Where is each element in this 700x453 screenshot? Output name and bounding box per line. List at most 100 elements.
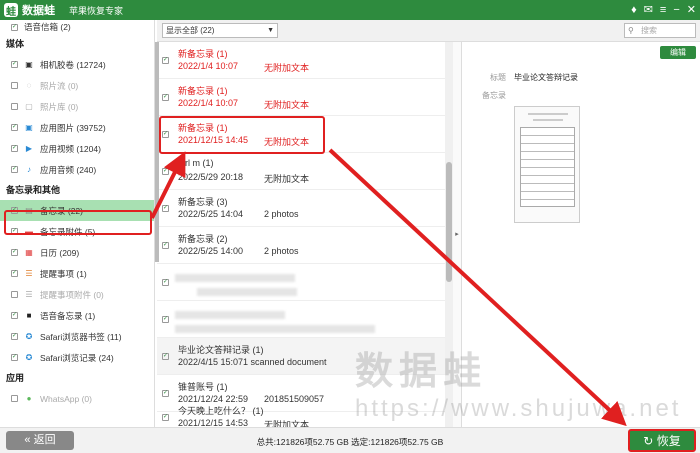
checkbox[interactable]: ✓ <box>11 166 18 173</box>
sidebar-item-photo-stream[interactable]: ◌ 照片流 (0) <box>0 75 154 96</box>
title-value: 毕业论文答辩记录 <box>514 73 578 82</box>
checkbox[interactable]: ✓ <box>162 390 169 397</box>
highlight-note-row <box>159 116 325 154</box>
note-title: ctrl m (1) <box>178 158 214 168</box>
sidebar-item-voicemail[interactable]: ✓ 语音信箱 (2) <box>0 20 154 34</box>
note-title: 毕业论文答辩记录 (1) <box>178 345 264 355</box>
note-date: 2022/1/4 10:07 <box>178 61 239 71</box>
list-item[interactable]: ✓ 新备忘录 (3) 2022/5/25 14:04 2 photos <box>157 190 445 227</box>
safari-icon: ✪ <box>25 332 33 341</box>
checkbox[interactable]: ✓ <box>162 94 169 101</box>
recover-label: 恢复 <box>656 434 681 448</box>
sidebar-item-voice-memos[interactable]: ✓ ■ 语音备忘录 (1) <box>0 305 154 326</box>
close-icon[interactable]: ✕ <box>687 2 696 18</box>
section-title-notes-other: 备忘录和其他 <box>6 185 61 195</box>
sidebar-item-photo-library[interactable]: ▢ 照片库 (0) <box>0 96 154 117</box>
note-date: 2022/5/25 14:00 <box>178 246 244 256</box>
sidebar-item-label: 应用视频 (1204) <box>40 143 101 154</box>
list-item[interactable]: ✓ 新备忘录 (2) 2022/5/25 14:00 2 photos <box>157 227 445 264</box>
checkbox[interactable]: ✓ <box>162 414 169 421</box>
bottom-bar: « 返回 总共:121826项52.75 GB 选定:121826项52.75 … <box>0 427 700 453</box>
note-date: 2022/5/29 20:18 <box>178 172 244 182</box>
diamond-icon[interactable]: ♦ <box>631 2 637 18</box>
sidebar-item-calendar[interactable]: ✓ ▦ 日历 (209) <box>0 242 154 263</box>
section-title-apps: 应用 <box>6 373 25 383</box>
list-item[interactable]: ✓ ctrl m (1) 2022/5/29 20:18 无附加文本 <box>157 153 445 190</box>
checkbox[interactable]: ✓ <box>11 249 18 256</box>
checkbox[interactable] <box>11 103 18 110</box>
chat-icon[interactable]: ✉ <box>644 2 653 18</box>
checkbox[interactable]: ✓ <box>162 353 169 360</box>
note-title: 今天晚上吃什么？ (1) <box>178 406 264 416</box>
checkbox[interactable]: ✓ <box>11 23 18 31</box>
list-item-blurred[interactable]: ✓ <box>157 301 445 338</box>
sidebar-item-label: 提醒事项附件 (0) <box>40 289 104 300</box>
checkbox[interactable]: ✓ <box>11 312 18 319</box>
checkbox[interactable]: ✓ <box>162 242 169 249</box>
note-detail: 无附加文本 <box>264 174 310 184</box>
app-logo: 蛙 <box>4 3 18 18</box>
sidebar-item-label: 相机胶卷 (12724) <box>40 59 106 70</box>
sidebar-item-camera-roll[interactable]: ✓ ▣ 相机胶卷 (12724) <box>0 54 154 75</box>
scrollbar-thumb[interactable] <box>446 162 452 282</box>
search-placeholder: 搜索 <box>641 26 657 35</box>
search-input[interactable]: ⚲ 搜索 <box>624 23 696 38</box>
note-detail: 1 scanned document <box>243 357 327 367</box>
checkbox[interactable]: ✓ <box>11 333 18 340</box>
sidebar-item-app-videos[interactable]: ✓ ▶ 应用视频 (1204) <box>0 138 154 159</box>
note-title: 新备忘录 (1) <box>178 49 228 59</box>
sidebar-item-safari-bookmarks[interactable]: ✓ ✪ Safari浏览器书签 (11) <box>0 326 154 347</box>
photo-library-icon: ▢ <box>25 102 33 111</box>
section-title-media: 媒体 <box>6 39 25 49</box>
list-item[interactable]: ✓ 新备忘录 (1) 2022/1/4 10:07 无附加文本 <box>157 42 445 79</box>
list-toolbar: 显示全部 (22) ▼ ⚲ 搜索 <box>157 20 700 42</box>
sidebar-item-app-photos[interactable]: ✓ ▣ 应用图片 (39752) <box>0 117 154 138</box>
note-date: 2022/4/15 15:07 <box>178 357 244 367</box>
checkbox[interactable]: ✓ <box>162 205 169 212</box>
sidebar-item-reminder-attachments[interactable]: ☰ 提醒事项附件 (0) <box>0 284 154 305</box>
sidebar-item-app-audio[interactable]: ✓ ♪ 应用音频 (240) <box>0 159 154 180</box>
recover-button[interactable]: ↻ 恢复 <box>628 429 696 452</box>
checkbox[interactable]: ✓ <box>162 168 169 175</box>
checkbox[interactable]: ✓ <box>11 354 18 361</box>
title-bar: 蛙 数据蛙 苹果恢复专家 ♦ ✉ ≡ − ✕ <box>0 0 700 20</box>
filter-value: 显示全部 (22) <box>166 26 215 35</box>
scanned-document-thumbnail[interactable] <box>514 106 580 223</box>
sidebar-item-label: 照片库 (0) <box>40 101 79 112</box>
checkbox[interactable]: ✓ <box>162 279 169 286</box>
sidebar-item-label: 日历 (209) <box>40 247 80 258</box>
checkbox[interactable]: ✓ <box>11 61 18 68</box>
sidebar-item-label: 应用图片 (39752) <box>40 122 106 133</box>
note-title: 新备忘录 (1) <box>178 86 228 96</box>
checkbox[interactable] <box>11 82 18 89</box>
sidebar-item-label: 应用音频 (240) <box>40 164 97 175</box>
checkbox[interactable]: ✓ <box>11 145 18 152</box>
detail-pane: 编辑 标题 毕业论文答辩记录 备忘录 <box>461 42 700 427</box>
sidebar-item-safari-history[interactable]: ✓ ✪ Safari浏览记录 (24) <box>0 347 154 368</box>
sidebar-item-reminders[interactable]: ✓ ☰ 提醒事项 (1) <box>0 263 154 284</box>
list-item[interactable]: ✓ 新备忘录 (1) 2022/1/4 10:07 无附加文本 <box>157 79 445 116</box>
menu-icon[interactable]: ≡ <box>660 2 666 18</box>
filter-dropdown[interactable]: 显示全部 (22) ▼ <box>162 23 278 38</box>
checkbox[interactable]: ✓ <box>11 270 18 277</box>
checkbox[interactable]: ✓ <box>11 124 18 131</box>
note-title: 新备忘录 (2) <box>178 234 228 244</box>
list-item-blurred[interactable]: ✓ <box>157 264 445 301</box>
checkbox[interactable]: ✓ <box>162 316 169 323</box>
edit-button[interactable]: 编辑 <box>660 46 696 59</box>
checkbox[interactable] <box>11 395 18 402</box>
note-title: 锥普账号 (1) <box>178 382 228 392</box>
sidebar-item-whatsapp[interactable]: ● WhatsApp (0) <box>0 388 154 409</box>
sidebar-item-label: WhatsApp (0) <box>40 393 92 404</box>
checkbox[interactable] <box>11 291 18 298</box>
audio-icon: ♪ <box>27 165 31 174</box>
voice-memo-icon: ■ <box>26 311 32 320</box>
chevron-down-icon: ▼ <box>267 27 274 34</box>
image-icon: ▣ <box>25 123 33 132</box>
note-detail: 无附加文本 <box>264 420 310 427</box>
search-icon: ⚲ <box>628 26 634 35</box>
checkbox[interactable]: ✓ <box>162 57 169 64</box>
reminder-attachment-icon: ☰ <box>25 290 33 299</box>
minimize-icon[interactable]: − <box>673 2 679 18</box>
sidebar-item-label: Safari浏览记录 (24) <box>40 352 114 363</box>
